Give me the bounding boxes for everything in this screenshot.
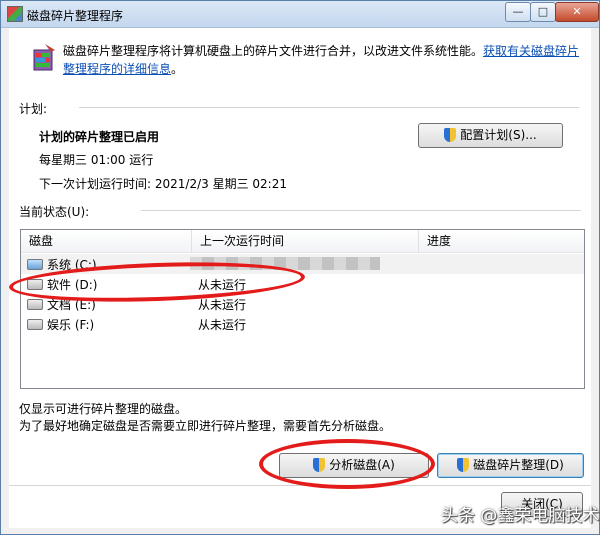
system-drive-icon	[27, 259, 43, 270]
minimize-button[interactable]: —	[505, 2, 531, 22]
defragment-disk-label: 磁盘碎片整理(D)	[473, 458, 564, 472]
disk-list[interactable]: 磁盘 上一次运行时间 进度 系统 (C:) 软件 (D:) 从未运行 文档 (E…	[20, 229, 585, 389]
maximize-button[interactable]: □	[530, 2, 556, 22]
schedule-section-label: 计划:	[19, 102, 48, 116]
configure-schedule-button[interactable]: 配置计划(S)...	[418, 123, 563, 148]
annotation-circle-analyze	[259, 439, 435, 489]
status-divider	[141, 210, 581, 211]
description-text: 磁盘碎片整理程序将计算机硬盘上的碎片文件进行合并，以改进文件系统性能。	[63, 44, 484, 58]
defragment-disk-button[interactable]: 磁盘碎片整理(D)	[437, 453, 584, 478]
schedule-frequency: 每星期三 01:00 运行	[39, 153, 154, 167]
watermark: 头条 @鑫荣电脑技术	[441, 506, 600, 526]
window-title: 磁盘碎片整理程序	[27, 9, 124, 23]
title-bar[interactable]: 磁盘碎片整理程序 — □ ✕	[1, 1, 599, 28]
disk-row[interactable]: 娱乐 (F:) 从未运行	[21, 314, 584, 334]
drive-icon	[27, 299, 43, 310]
defrag-icon	[33, 44, 55, 71]
configure-schedule-label: 配置计划(S)...	[460, 128, 537, 142]
note-line-2: 为了最好地确定磁盘是否需要立即进行碎片整理，需要首先分析磁盘。	[19, 419, 392, 433]
note-line-1: 仅显示可进行碎片整理的磁盘。	[19, 402, 188, 416]
column-header-disk[interactable]: 磁盘	[21, 230, 192, 253]
defrag-app-icon	[7, 6, 23, 22]
drive-icon	[27, 319, 43, 330]
schedule-divider	[79, 107, 579, 108]
close-window-button[interactable]: ✕	[555, 2, 599, 22]
current-status-label: 当前状态(U):	[19, 205, 90, 219]
description-suffix: 。	[171, 62, 184, 76]
schedule-next-run: 下一次计划运行时间: 2021/2/3 星期三 02:21	[39, 177, 287, 191]
disk-name: 娱乐 (F:)	[47, 318, 95, 332]
description: 磁盘碎片整理程序将计算机硬盘上的碎片文件进行合并，以改进文件系统性能。获取有关磁…	[63, 42, 583, 78]
disk-last-run: 从未运行	[198, 318, 247, 332]
column-header-last-run[interactable]: 上一次运行时间	[192, 230, 419, 253]
defrag-window: 磁盘碎片整理程序 — □ ✕ 磁盘碎片整理程序将计算机硬盘上的碎片文件进行合并，…	[0, 0, 600, 535]
uac-shield-icon	[457, 458, 470, 472]
uac-shield-icon	[444, 128, 457, 142]
schedule-status: 计划的碎片整理已启用	[39, 130, 160, 144]
column-header-progress[interactable]: 进度	[419, 230, 584, 253]
disk-last-run: 从未运行	[198, 298, 247, 312]
